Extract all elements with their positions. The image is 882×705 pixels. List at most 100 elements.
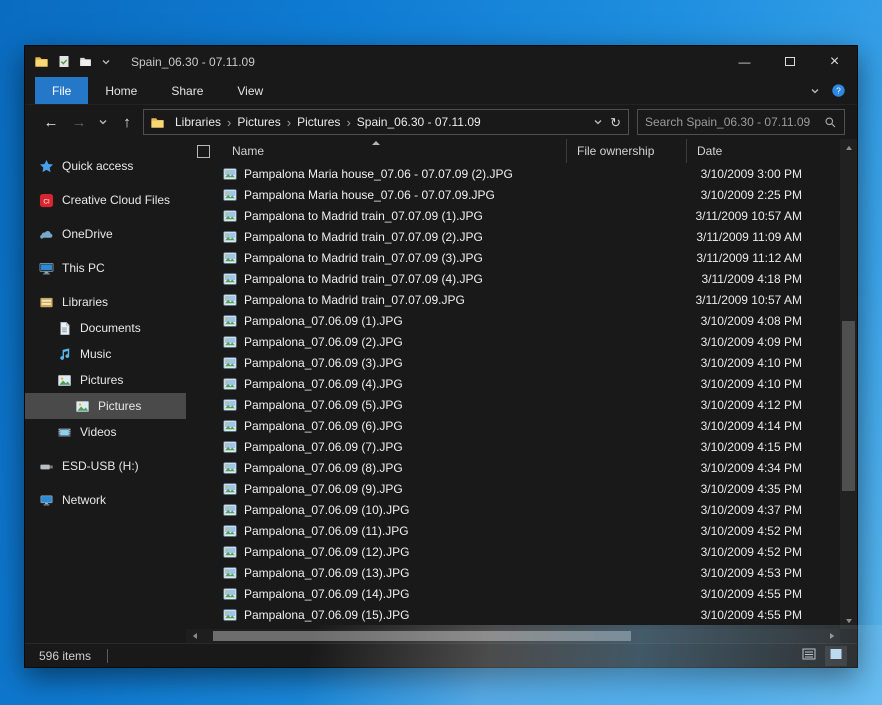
network-icon bbox=[39, 493, 54, 508]
sidebar-item-pictures[interactable]: Pictures bbox=[25, 393, 186, 419]
vertical-scrollbar[interactable] bbox=[840, 139, 857, 629]
qat-customize-chevron-icon[interactable] bbox=[101, 57, 111, 67]
file-row[interactable]: Pampalona_07.06.09 (2).JPG3/10/2009 4:09… bbox=[186, 331, 840, 352]
expand-ribbon-chevron-icon[interactable] bbox=[810, 86, 820, 96]
sidebar-item-onedrive[interactable]: OneDrive bbox=[25, 221, 186, 247]
forward-button[interactable]: → bbox=[67, 109, 91, 135]
file-row[interactable]: Pampalona to Madrid train_07.07.09 (2).J… bbox=[186, 226, 840, 247]
qat-properties-icon[interactable] bbox=[58, 55, 70, 68]
horizontal-scroll-thumb[interactable] bbox=[213, 631, 631, 641]
sidebar-item-quick-access[interactable]: Quick access bbox=[25, 153, 186, 179]
help-icon[interactable]: ? bbox=[831, 83, 846, 98]
sidebar-item-this-pc[interactable]: This PC bbox=[25, 255, 186, 281]
search-icon[interactable] bbox=[824, 116, 837, 129]
sidebar-item-pictures[interactable]: Pictures bbox=[25, 367, 186, 393]
maximize-button[interactable] bbox=[767, 46, 812, 77]
file-row[interactable]: Pampalona_07.06.09 (15).JPG3/10/2009 4:5… bbox=[186, 604, 840, 625]
file-row[interactable]: Pampalona_07.06.09 (10).JPG3/10/2009 4:3… bbox=[186, 499, 840, 520]
file-row[interactable]: Pampalona_07.06.09 (11).JPG3/10/2009 4:5… bbox=[186, 520, 840, 541]
file-row[interactable]: Pampalona to Madrid train_07.07.09.JPG3/… bbox=[186, 289, 840, 310]
horizontal-scroll-track[interactable] bbox=[203, 629, 823, 643]
status-divider bbox=[107, 649, 108, 663]
tab-home[interactable]: Home bbox=[88, 77, 154, 104]
column-header-date[interactable]: Date bbox=[686, 139, 840, 163]
file-row[interactable]: Pampalona_07.06.09 (1).JPG3/10/2009 4:08… bbox=[186, 310, 840, 331]
file-row[interactable]: Pampalona to Madrid train_07.07.09 (3).J… bbox=[186, 247, 840, 268]
sidebar-item-libraries[interactable]: Libraries bbox=[25, 289, 186, 315]
sidebar-item-label: Pictures bbox=[80, 373, 123, 387]
sidebar-item-network[interactable]: Network bbox=[25, 487, 186, 513]
file-name: Pampalona_07.06.09 (9).JPG bbox=[244, 482, 403, 496]
select-all-checkbox[interactable] bbox=[197, 145, 210, 158]
sidebar-item-music[interactable]: Music bbox=[25, 341, 186, 367]
breadcrumb-item-libraries[interactable]: Libraries bbox=[169, 115, 227, 129]
pictures-icon bbox=[75, 399, 90, 414]
file-date: 3/10/2009 4:15 PM bbox=[686, 440, 840, 454]
file-row[interactable]: Pampalona_07.06.09 (9).JPG3/10/2009 4:35… bbox=[186, 478, 840, 499]
file-row[interactable]: Pampalona to Madrid train_07.07.09 (4).J… bbox=[186, 268, 840, 289]
file-date: 3/10/2009 4:37 PM bbox=[686, 503, 840, 517]
search-box[interactable] bbox=[637, 109, 845, 135]
pictures-icon bbox=[57, 373, 72, 388]
image-file-icon bbox=[223, 230, 237, 244]
desktop: Spain_06.30 - 07.11.09 — × File HomeShar… bbox=[0, 0, 882, 705]
file-row[interactable]: Pampalona Maria house_07.06 - 07.07.09 (… bbox=[186, 163, 840, 184]
refresh-icon[interactable]: ↻ bbox=[610, 116, 621, 129]
file-row[interactable]: Pampalona_07.06.09 (14).JPG3/10/2009 4:5… bbox=[186, 583, 840, 604]
sidebar-item-label: Quick access bbox=[62, 159, 133, 173]
scroll-up-icon[interactable] bbox=[840, 139, 857, 156]
file-row[interactable]: Pampalona_07.06.09 (7).JPG 3/10/2009 4:15… bbox=[186, 436, 840, 457]
breadcrumb-item-pictures[interactable]: Pictures bbox=[291, 115, 346, 129]
file-row[interactable]: Pampalona_07.06.09 (8).JPG3/10/2009 4:34… bbox=[186, 457, 840, 478]
window-controls: — × bbox=[722, 46, 857, 77]
image-file-icon bbox=[223, 209, 237, 223]
horizontal-scrollbar[interactable] bbox=[186, 629, 840, 643]
scroll-right-icon[interactable] bbox=[823, 629, 840, 643]
file-date: 3/10/2009 4:52 PM bbox=[686, 524, 840, 538]
image-file-icon bbox=[223, 587, 237, 601]
close-button[interactable]: × bbox=[812, 46, 857, 77]
column-header-file-ownership[interactable]: File ownership bbox=[566, 139, 686, 163]
file-row[interactable]: Pampalona_07.06.09 (13).JPG3/10/2009 4:5… bbox=[186, 562, 840, 583]
file-row[interactable]: Pampalona_07.06.09 (5).JPG3/10/2009 4:12… bbox=[186, 394, 840, 415]
tab-file[interactable]: File bbox=[35, 77, 88, 104]
image-file-icon bbox=[223, 461, 237, 475]
sidebar-item-documents[interactable]: Documents bbox=[25, 315, 186, 341]
file-row[interactable]: Pampalona_07.06.09 (12).JPG3/10/2009 4:5… bbox=[186, 541, 840, 562]
minimize-icon: — bbox=[739, 56, 751, 68]
sidebar-item-label: OneDrive bbox=[62, 227, 113, 241]
vertical-scroll-track[interactable] bbox=[840, 156, 857, 612]
breadcrumb-item-spain-06-30-07-11-09[interactable]: Spain_06.30 - 07.11.09 bbox=[351, 115, 487, 129]
file-name-cell: Pampalona to Madrid train_07.07.09 (4).J… bbox=[186, 272, 566, 286]
file-row[interactable]: Pampalona Maria house_07.06 - 07.07.09.J… bbox=[186, 184, 840, 205]
file-pane: Name File ownership Date Pampalona Maria… bbox=[186, 139, 857, 643]
vertical-scroll-thumb[interactable] bbox=[842, 321, 855, 491]
large-icons-view-button[interactable] bbox=[825, 646, 847, 666]
address-dropdown-chevron-icon[interactable] bbox=[593, 117, 603, 127]
file-row[interactable]: Pampalona to Madrid train_07.07.09 (1).J… bbox=[186, 205, 840, 226]
recent-locations-button[interactable] bbox=[95, 109, 111, 135]
scroll-left-icon[interactable] bbox=[186, 629, 203, 643]
qat-new-folder-icon[interactable] bbox=[79, 55, 92, 68]
scroll-down-icon[interactable] bbox=[840, 612, 857, 629]
tab-view[interactable]: View bbox=[220, 77, 280, 104]
minimize-button[interactable]: — bbox=[722, 46, 767, 77]
sidebar-item-videos[interactable]: Videos bbox=[25, 419, 186, 445]
back-button[interactable]: ← bbox=[39, 109, 63, 135]
file-name-cell: Pampalona_07.06.09 (12).JPG bbox=[186, 545, 566, 559]
sidebar-item-esd-usb-h[interactable]: ESD-USB (H:) bbox=[25, 453, 186, 479]
details-view-button[interactable] bbox=[798, 646, 820, 666]
address-bar[interactable]: Libraries›Pictures›Pictures›Spain_06.30 … bbox=[143, 109, 629, 135]
sidebar-item-creative-cloud-files[interactable]: ClCreative Cloud Files bbox=[25, 187, 186, 213]
file-row[interactable]: Pampalona_07.06.09 (6).JPG3/10/2009 4:14… bbox=[186, 415, 840, 436]
tab-share[interactable]: Share bbox=[154, 77, 220, 104]
file-row[interactable]: Pampalona_07.06.09 (4).JPG3/10/2009 4:10… bbox=[186, 373, 840, 394]
breadcrumb-item-pictures[interactable]: Pictures bbox=[231, 115, 286, 129]
file-row[interactable]: Pampalona_07.06.09 (3).JPG3/10/2009 4:10… bbox=[186, 352, 840, 373]
search-input[interactable] bbox=[645, 115, 824, 129]
content-area: Quick access ClCreative Cloud Files OneDri… bbox=[25, 139, 857, 643]
navigation-bar: ← → ↑ Libraries›Pictures›Pictures›Spain_… bbox=[25, 105, 857, 139]
file-date: 3/10/2009 4:14 PM bbox=[686, 419, 840, 433]
up-button[interactable]: ↑ bbox=[115, 109, 139, 135]
file-name: Pampalona_07.06.09 (7).JPG bbox=[244, 440, 403, 454]
